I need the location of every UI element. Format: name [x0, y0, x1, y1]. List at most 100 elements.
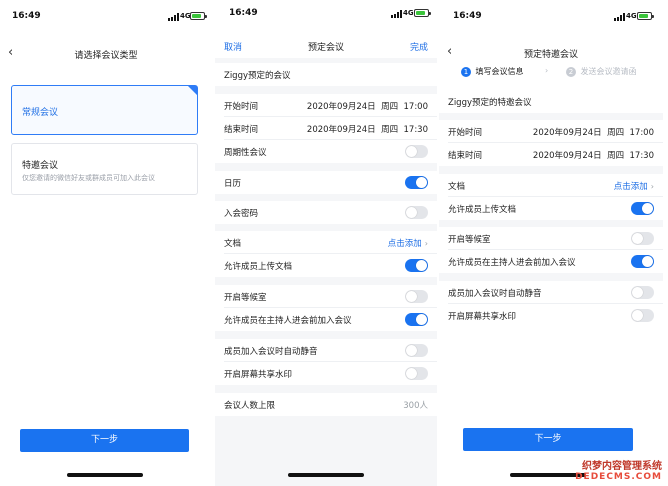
password-label: 入会密码: [224, 209, 259, 219]
special-meeting-desc: 仅您邀请的微信好友或群成员可加入此会议: [22, 174, 155, 182]
start-time-label: 开始时间: [224, 102, 259, 112]
network-label: 4G: [626, 12, 637, 20]
status-time: 16:49: [453, 11, 482, 21]
meeting-name-value: Ziggy预定的会议: [224, 71, 291, 81]
nav-bar: ‹ 请选择会议类型: [0, 42, 212, 66]
screen-schedule-special-meeting: 16:49 4G ‹ 预定特邀会议 1 填写会议信息 › 2 发送会议邀请函 Z…: [439, 0, 663, 486]
signal-icon: [391, 10, 402, 18]
end-time-row[interactable]: 结束时间 2020年09月24日 周四 17:30: [439, 143, 663, 166]
meeting-name-value: Ziggy预定的特邀会议: [448, 98, 532, 108]
calendar-toggle[interactable]: [405, 176, 428, 189]
section-gap: [439, 113, 663, 120]
start-time-value: 2020年09月24日 周四 17:00: [533, 126, 654, 138]
section-gap: [439, 166, 663, 174]
end-clock: 17:30: [403, 125, 429, 135]
site-watermark-cn: 织梦内容管理系统: [582, 461, 662, 472]
regular-meeting-card[interactable]: 常规会议: [11, 85, 198, 135]
end-clock: 17:30: [629, 151, 655, 161]
docs-label: 文档: [224, 239, 242, 249]
allow-upload-toggle[interactable]: [405, 259, 428, 272]
watermark-toggle[interactable]: [631, 309, 654, 322]
allow-upload-toggle[interactable]: [631, 202, 654, 215]
docs-row[interactable]: 文档 点击添加 ›: [439, 174, 663, 197]
periodic-toggle[interactable]: [405, 145, 428, 158]
join-before-host-toggle[interactable]: [631, 255, 654, 268]
docs-add-link[interactable]: 点击添加 ›: [388, 237, 428, 249]
end-date: 2020年09月24日: [306, 125, 376, 135]
status-bar: 16:49 4G: [215, 0, 437, 30]
docs-row[interactable]: 文档 点击添加 ›: [215, 231, 437, 254]
password-toggle[interactable]: [405, 206, 428, 219]
step-1: 1 填写会议信息: [461, 66, 524, 77]
waiting-room-toggle[interactable]: [631, 232, 654, 245]
home-indicator: [288, 473, 364, 477]
waiting-room-label: 开启等候室: [448, 235, 491, 245]
nav-bar: ‹ 预定特邀会议: [439, 41, 663, 65]
waiting-room-row: 开启等候室: [215, 285, 437, 308]
section-gap: [439, 220, 663, 227]
next-button[interactable]: 下一步: [20, 429, 189, 452]
watermark-row: 开启屏幕共享水印: [439, 304, 663, 327]
auto-mute-toggle[interactable]: [405, 344, 428, 357]
page-title: 预定会议: [307, 43, 344, 53]
auto-mute-toggle[interactable]: [631, 286, 654, 299]
status-time: 16:49: [229, 8, 258, 18]
screen-select-meeting-type: 16:49 4G ‹ 请选择会议类型 常规会议 特邀会议 仅您邀请的微信好友或群…: [0, 0, 212, 486]
special-meeting-label: 特邀会议: [22, 161, 59, 171]
join-before-host-toggle[interactable]: [405, 313, 428, 326]
participant-limit-value: 300人: [403, 401, 428, 411]
watermark-toggle[interactable]: [405, 367, 428, 380]
screen-schedule-meeting: 16:49 4G 取消 预定会议 完成 Ziggy预定的会议 开始时间 2020…: [215, 0, 437, 486]
start-clock: 17:00: [403, 102, 429, 112]
meeting-name-field[interactable]: Ziggy预定的会议: [215, 63, 437, 86]
start-weekday: 周四: [607, 128, 625, 138]
meeting-name-field[interactable]: Ziggy预定的特邀会议: [439, 90, 663, 113]
next-button[interactable]: 下一步: [463, 428, 633, 451]
periodic-row: 周期性会议: [215, 140, 437, 163]
start-time-row[interactable]: 开始时间 2020年09月24日 周四 17:00: [439, 120, 663, 143]
special-meeting-card[interactable]: 特邀会议 仅您邀请的微信好友或群成员可加入此会议: [11, 143, 198, 195]
section-gap: [439, 273, 663, 281]
end-date: 2020年09月24日: [532, 151, 602, 161]
home-indicator: [67, 473, 143, 477]
step-arrow-icon: ›: [545, 66, 549, 75]
end-time-label: 结束时间: [224, 125, 259, 135]
waiting-room-label: 开启等候室: [224, 293, 267, 303]
start-time-row[interactable]: 开始时间 2020年09月24日 周四 17:00: [215, 94, 437, 117]
password-row: 入会密码: [215, 201, 437, 224]
regular-meeting-label: 常规会议: [22, 108, 59, 118]
done-button[interactable]: 完成: [410, 40, 428, 53]
battery-icon: [414, 9, 431, 17]
watermark-row: 开启屏幕共享水印: [215, 362, 437, 385]
end-weekday: 周四: [381, 125, 399, 135]
allow-upload-label: 允许成员上传文档: [224, 262, 293, 272]
allow-upload-label: 允许成员上传文档: [448, 205, 517, 215]
battery-icon: [190, 12, 207, 20]
docs-add-text: 点击添加: [613, 182, 648, 192]
page-title: 预定特邀会议: [523, 50, 578, 60]
participant-limit-row[interactable]: 会议人数上限 300人: [215, 393, 437, 416]
start-weekday: 周四: [381, 102, 399, 112]
step-1-number: 1: [461, 66, 471, 77]
selected-corner-icon: [188, 86, 197, 95]
step-1-label: 填写会议信息: [475, 67, 524, 76]
join-before-host-row: 允许成员在主持人进会前加入会议: [215, 308, 437, 331]
stepper: 1 填写会议信息 › 2 发送会议邀请函: [439, 64, 663, 80]
allow-upload-row: 允许成员上传文档: [215, 254, 437, 277]
allow-upload-row: 允许成员上传文档: [439, 197, 663, 220]
step-2-label: 发送会议邀请函: [580, 67, 637, 76]
participant-limit-label: 会议人数上限: [224, 401, 276, 411]
docs-add-link[interactable]: 点击添加 ›: [614, 180, 654, 192]
page-title: 请选择会议类型: [74, 51, 138, 61]
start-time-value: 2020年09月24日 周四 17:00: [307, 100, 428, 112]
end-weekday: 周四: [607, 151, 625, 161]
waiting-room-toggle[interactable]: [405, 290, 428, 303]
end-time-row[interactable]: 结束时间 2020年09月24日 周四 17:30: [215, 117, 437, 140]
docs-add-text: 点击添加: [387, 239, 422, 249]
end-time-label: 结束时间: [448, 151, 483, 161]
join-before-host-row: 允许成员在主持人进会前加入会议: [439, 250, 663, 273]
signal-icon: [614, 13, 625, 21]
docs-label: 文档: [448, 182, 466, 192]
status-time: 16:49: [12, 11, 41, 21]
signal-icon: [168, 13, 179, 21]
